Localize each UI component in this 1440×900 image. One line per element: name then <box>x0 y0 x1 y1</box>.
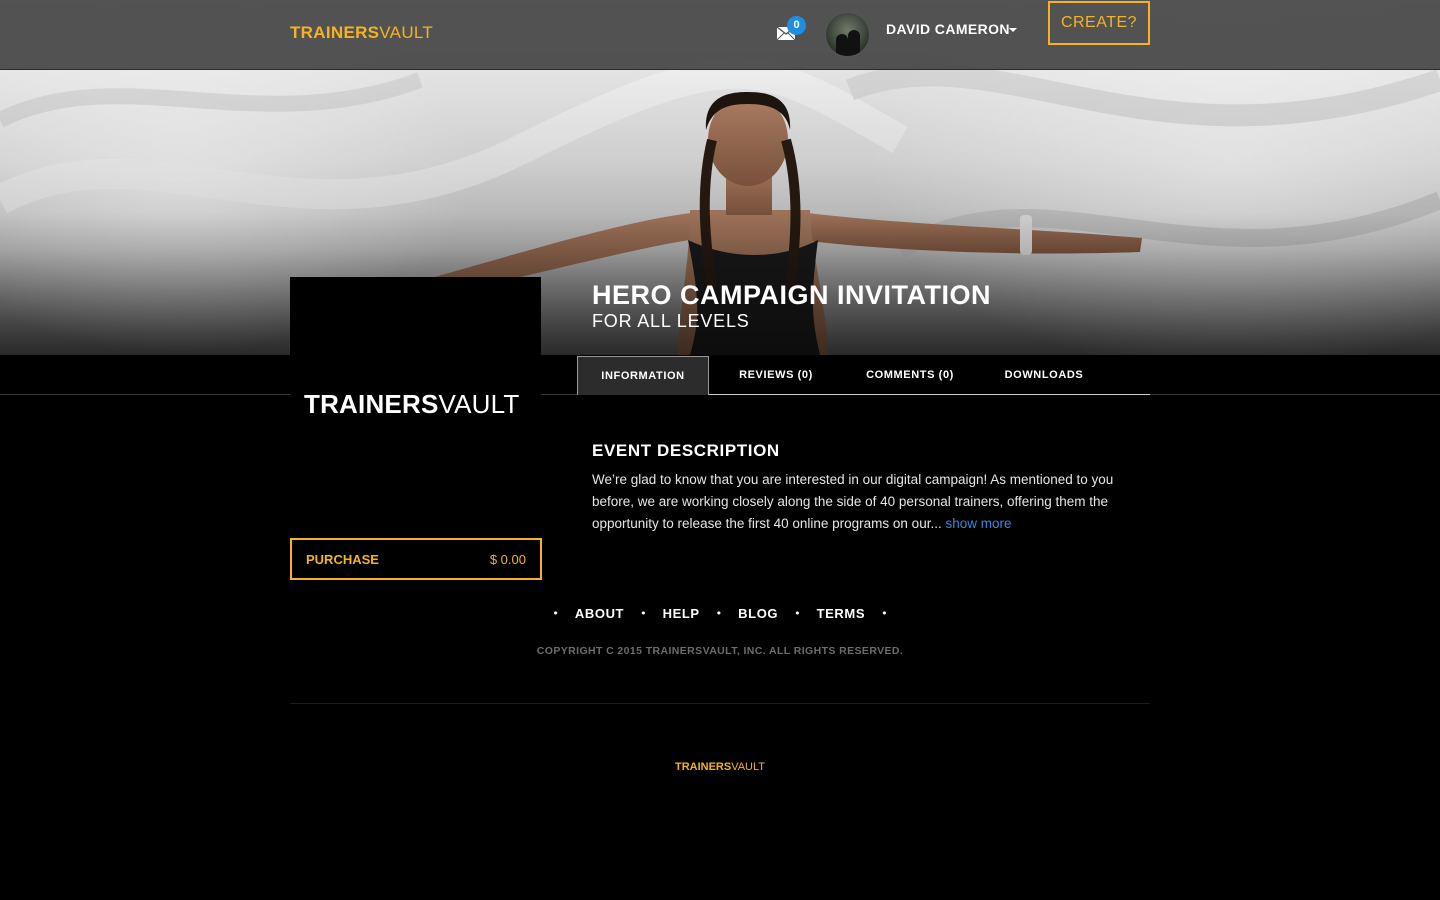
footer-logo-bold: TRAINERS <box>674 761 732 773</box>
bullet-icon: • <box>794 607 801 620</box>
purchase-label: PURCHASE <box>306 551 379 567</box>
description-body: We’re glad to know that you are interest… <box>592 472 1114 531</box>
bullet-icon: • <box>715 607 723 620</box>
logo-bold-text: TRAINERS <box>290 23 380 42</box>
event-subtitle: FOR ALL LEVELS <box>592 311 750 331</box>
tab-downloads[interactable]: DOWNLOADS <box>987 356 1101 394</box>
footer-link-help[interactable]: HELP <box>663 606 700 621</box>
footer-navigation: • ABOUT • HELP • BLOG • TERMS • <box>0 606 1440 621</box>
logo-thin-text: VAULT <box>379 23 434 42</box>
thumbnail-logo-bold: TRAINERS <box>304 389 439 419</box>
bullet-icon: • <box>552 607 559 620</box>
footer-link-terms[interactable]: TERMS <box>817 606 866 621</box>
user-name[interactable]: DAVID CAMERON <box>886 21 1010 37</box>
footer-link-about[interactable]: ABOUT <box>575 606 624 621</box>
purchase-price: $ 0.00 <box>489 551 526 567</box>
footer-divider <box>290 703 1150 704</box>
avatar[interactable] <box>825 12 870 57</box>
thumbnail-logo-thin: VAULT <box>438 389 520 419</box>
create-button[interactable]: CREATE? <box>1048 1 1150 45</box>
tab-reviews[interactable]: REVIEWS (0) <box>717 356 835 394</box>
tab-information[interactable]: INFORMATION <box>577 356 709 395</box>
bullet-icon: • <box>881 607 888 620</box>
show-more-link[interactable]: show more <box>945 516 1011 531</box>
event-thumbnail: TRAINERSVAULT <box>290 277 541 529</box>
description-heading: EVENT DESCRIPTION <box>592 441 780 460</box>
footer-link-blog[interactable]: BLOG <box>738 606 778 621</box>
bullet-icon: • <box>640 607 647 620</box>
footer-logo[interactable]: TRAINERSVAULT <box>0 761 1440 773</box>
tab-comments[interactable]: COMMENTS (0) <box>849 356 971 394</box>
brand-logo[interactable]: TRAINERSVAULT <box>290 23 433 43</box>
thumbnail-logo: TRAINERSVAULT <box>304 389 519 420</box>
top-navigation-bar: TRAINERSVAULT 0 DAVID CAMERON CREATE? <box>0 0 1440 70</box>
footer-logo-thin: VAULT <box>731 761 766 773</box>
purchase-button[interactable]: PURCHASE $ 0.00 <box>290 538 542 580</box>
event-title: HERO CAMPAIGN INVITATION <box>592 280 991 310</box>
description-text: We’re glad to know that you are interest… <box>592 469 1140 535</box>
event-tabs: INFORMATION REVIEWS (0) COMMENTS (0) DOW… <box>577 356 1150 395</box>
chevron-down-icon[interactable] <box>1009 28 1017 32</box>
message-count-badge: 0 <box>787 16 806 35</box>
copyright-text: COPYRIGHT C 2015 TRAINERSVAULT, INC. ALL… <box>536 645 904 657</box>
